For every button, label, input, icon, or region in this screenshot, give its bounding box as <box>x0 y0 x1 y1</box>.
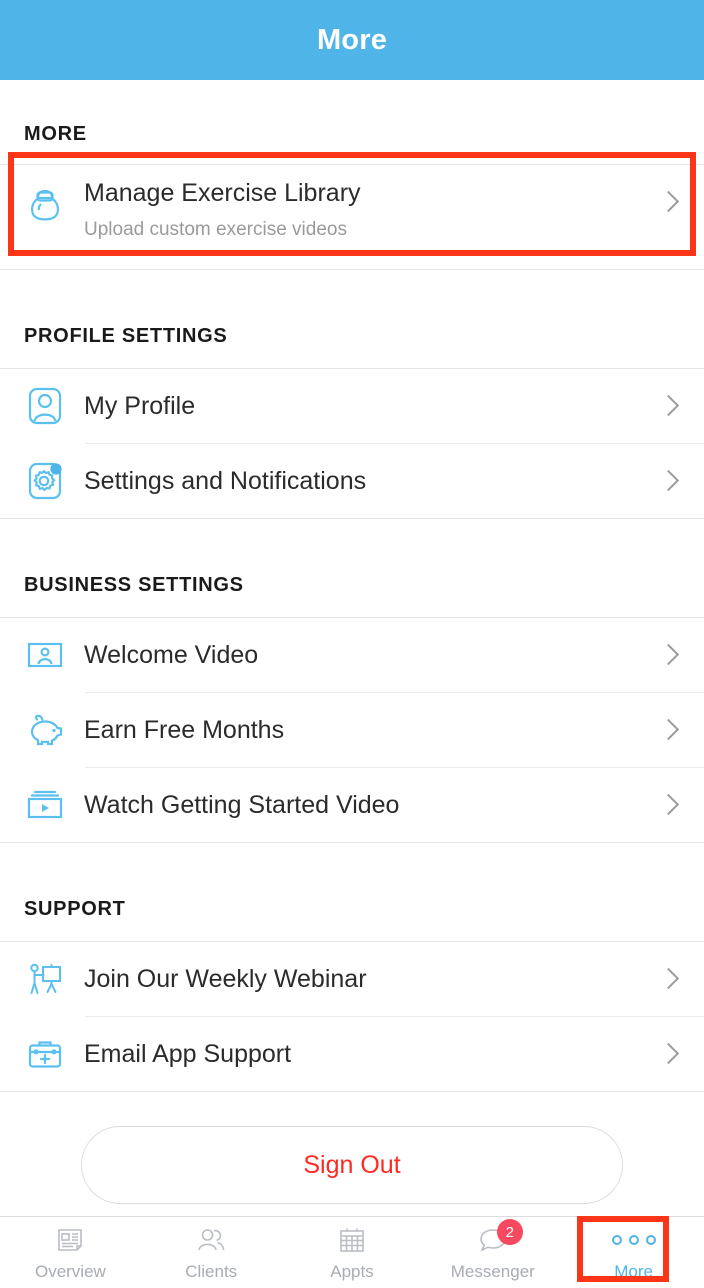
list-item-text: Manage Exercise Library Upload custom ex… <box>84 179 656 241</box>
list-item-settings-and-notifications[interactable]: Settings and Notifications <box>0 444 704 518</box>
tab-label: Messenger <box>450 1262 535 1281</box>
newspaper-icon <box>55 1223 85 1257</box>
chat-bubble-icon: 2 <box>477 1219 523 1257</box>
messenger-badge: 2 <box>496 1219 523 1245</box>
list-item-text: Welcome Video <box>84 641 656 670</box>
list-item-welcome-video[interactable]: Welcome Video <box>0 618 704 692</box>
chevron-right-icon <box>656 966 682 992</box>
chevron-right-icon <box>656 189 682 215</box>
section-header-support: SUPPORT <box>24 898 126 920</box>
section-header-profile-settings: PROFILE SETTINGS <box>24 325 228 347</box>
tab-label: Appts <box>330 1262 374 1281</box>
list-item-manage-exercise-library[interactable]: Manage Exercise Library Upload custom ex… <box>0 165 704 269</box>
tab-more[interactable]: More <box>563 1217 704 1288</box>
list-item-earn-free-months[interactable]: Earn Free Months <box>0 693 704 767</box>
chevron-right-icon <box>656 717 682 743</box>
calendar-icon <box>337 1223 367 1257</box>
list-item-email-app-support[interactable]: Email App Support <box>0 1017 704 1091</box>
list-item-my-profile[interactable]: My Profile <box>0 369 704 443</box>
three-dots-icon <box>611 1223 656 1257</box>
tab-appts[interactable]: Appts <box>282 1217 423 1288</box>
section-list-business-settings: Welcome Video Earn Free Months Watch Get… <box>0 618 704 842</box>
tab-messenger[interactable]: 2 Messenger <box>422 1217 563 1288</box>
app-screen: More MORE Manage Exercise Library Upload… <box>0 0 704 1288</box>
chevron-right-icon <box>656 468 682 494</box>
list-item-label: Welcome Video <box>84 640 259 669</box>
section-header-more: MORE <box>24 123 87 145</box>
tab-clients[interactable]: Clients <box>141 1217 282 1288</box>
tab-overview[interactable]: Overview <box>0 1217 141 1288</box>
header-bar: More <box>0 0 704 80</box>
sign-out-button[interactable]: Sign Out <box>81 1126 623 1204</box>
list-item-join-our-weekly-webinar[interactable]: Join Our Weekly Webinar <box>0 942 704 1016</box>
tab-label: Clients <box>185 1262 238 1281</box>
list-item-label: Earn Free Months <box>84 715 285 744</box>
section-header-business-settings: BUSINESS SETTINGS <box>24 574 244 596</box>
list-item-text: Settings and Notifications <box>84 467 656 496</box>
list-item-label: Watch Getting Started Video <box>84 790 400 819</box>
list-item-label: Join Our Weekly Webinar <box>84 964 367 993</box>
gear-icon <box>22 457 84 505</box>
chevron-right-icon <box>656 642 682 668</box>
person-frame-icon <box>22 631 84 679</box>
chevron-right-icon <box>656 393 682 419</box>
list-item-text: Email App Support <box>84 1040 656 1069</box>
profile-person-icon <box>22 382 84 430</box>
list-item-label: Email App Support <box>84 1039 292 1068</box>
video-player-icon <box>22 781 84 829</box>
chevron-right-icon <box>656 1041 682 1067</box>
tab-label: Overview <box>34 1262 106 1281</box>
kettlebell-icon <box>22 179 84 227</box>
list-item-watch-getting-started-video[interactable]: Watch Getting Started Video <box>0 768 704 842</box>
divider <box>0 1091 704 1092</box>
list-item-text: Earn Free Months <box>84 716 656 745</box>
chevron-right-icon <box>656 792 682 818</box>
section-list-more: Manage Exercise Library Upload custom ex… <box>0 165 704 269</box>
section-list-support: Join Our Weekly Webinar Email App Suppor… <box>0 942 704 1091</box>
tab-label: More <box>614 1262 653 1281</box>
presenter-whiteboard-icon <box>22 955 84 1003</box>
list-item-label: My Profile <box>84 391 196 420</box>
page-title: More <box>316 23 388 56</box>
list-item-subtitle: Upload custom exercise videos <box>84 218 347 240</box>
people-icon <box>195 1223 227 1257</box>
first-aid-kit-icon <box>22 1030 84 1078</box>
piggy-bank-icon <box>22 706 84 754</box>
list-item-label: Manage Exercise Library <box>84 179 361 207</box>
signout-section: Sign Out <box>0 1126 704 1204</box>
list-item-text: My Profile <box>84 392 656 421</box>
list-item-text: Watch Getting Started Video <box>84 791 656 820</box>
main-content: MORE Manage Exercise Library Upload cust… <box>0 80 704 1216</box>
list-item-label: Settings and Notifications <box>84 466 367 495</box>
list-item-text: Join Our Weekly Webinar <box>84 965 656 994</box>
bottom-tab-bar: Overview Clients Appts 2 Messenger More <box>0 1216 704 1288</box>
section-list-profile-settings: My Profile Settings and Notifications <box>0 369 704 518</box>
